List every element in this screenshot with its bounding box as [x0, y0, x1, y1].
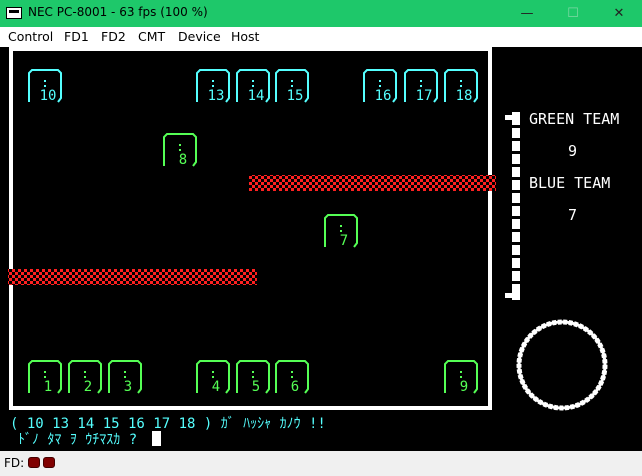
blue-cabin-number: 15 [287, 88, 304, 104]
blue-cabin-16: 16 [363, 69, 397, 104]
blue-team-label: BLUE TEAM [529, 174, 610, 192]
blue-cabin-number: 14 [248, 88, 265, 104]
green-cabin-3: 3 [108, 360, 142, 395]
gauge-notch [512, 151, 520, 154]
minimize-button[interactable]: — [504, 0, 550, 27]
green-cabin-number: 4 [212, 379, 220, 395]
green-cabin-1: 1 [28, 360, 62, 395]
close-button[interactable]: ✕ [596, 0, 642, 27]
menu-device[interactable]: Device [178, 29, 221, 44]
message-line-2: ﾄﾞﾉ ﾀﾏ ｦ ｳﾁﾏｽｶ ? [18, 432, 137, 448]
green-cabin-number: 1 [44, 379, 52, 395]
blue-cabin-18: 18 [444, 69, 478, 104]
gauge-notch [512, 229, 520, 232]
green-cabin-8: 8 [163, 133, 197, 168]
window-title: NEC PC-8001 - 63 fps (100 %) [28, 5, 208, 19]
green-cabin-9: 9 [444, 360, 478, 395]
gauge-notch [512, 177, 520, 180]
fd1-access-led [28, 457, 40, 468]
gauge-notch [512, 281, 520, 284]
fd-status-label: FD: [4, 456, 25, 470]
blue-cabin-number: 16 [375, 88, 392, 104]
gauge-notch [512, 268, 520, 271]
blue-cabin-number: 10 [40, 88, 57, 104]
blue-cabin-15: 15 [275, 69, 309, 104]
gauge-notch [512, 164, 520, 167]
gauge-notch [512, 216, 520, 219]
green-cabin-number: 6 [291, 379, 299, 395]
cannon-ring-inner [517, 320, 607, 410]
gauge-notch [512, 138, 520, 141]
game-canvas: GREEN TEAM 9 BLUE TEAM 7 10 13 14 15 16 17 188… [8, 47, 619, 448]
menu-host[interactable]: Host [231, 29, 259, 44]
blue-cabin-13: 13 [196, 69, 230, 104]
blue-cabin-number: 18 [456, 88, 473, 104]
menu-fd2[interactable]: FD2 [101, 29, 126, 44]
green-cabin-2: 2 [68, 360, 102, 395]
blue-cabin-14: 14 [236, 69, 270, 104]
green-team-label: GREEN TEAM [529, 110, 619, 128]
green-cabin-7: 7 [324, 214, 358, 249]
fd2-access-led [43, 457, 55, 468]
menu-control[interactable]: Control [8, 29, 53, 44]
blue-cabin-10: 10 [28, 69, 62, 104]
menu-fd1[interactable]: FD1 [64, 29, 89, 44]
gauge-notch [512, 190, 520, 193]
gauge-notch [512, 242, 520, 245]
emulator-screen[interactable]: GREEN TEAM 9 BLUE TEAM 7 10 13 14 15 16 17 18 8… [0, 47, 642, 451]
text-cursor [152, 431, 161, 446]
green-cabin-5: 5 [236, 360, 270, 395]
blue-cabin-number: 13 [208, 88, 225, 104]
gauge-notch [512, 125, 520, 128]
blue-team-score: 7 [568, 206, 577, 224]
green-team-score: 9 [568, 142, 577, 160]
blue-cabin-number: 17 [416, 88, 433, 104]
menu-cmt[interactable]: CMT [138, 29, 165, 44]
gauge-notch [512, 203, 520, 206]
maximize-button[interactable]: ☐ [550, 0, 596, 27]
blue-cabin-17: 17 [404, 69, 438, 104]
menu-bar: Control FD1 FD2 CMT Device Host [0, 27, 642, 47]
barrier-lower [8, 269, 257, 285]
message-line-1: ( 10 13 14 15 16 17 18 ) ｶﾞ ﾊｯｼｬ ｶﾉｳ !! [10, 416, 326, 432]
gauge-notch [512, 255, 520, 258]
green-cabin-number: 5 [252, 379, 260, 395]
green-cabin-number: 9 [460, 379, 468, 395]
window-titlebar: NEC PC-8001 - 63 fps (100 %) — ☐ ✕ [0, 0, 642, 27]
green-cabin-number: 3 [124, 379, 132, 395]
green-cabin-number: 7 [340, 233, 348, 249]
barrier-upper [249, 175, 496, 191]
green-cabin-number: 8 [179, 152, 187, 168]
green-cabin-4: 4 [196, 360, 230, 395]
green-cabin-number: 2 [84, 379, 92, 395]
green-cabin-6: 6 [275, 360, 309, 395]
app-icon [6, 7, 22, 19]
status-bar: FD: [0, 451, 642, 476]
